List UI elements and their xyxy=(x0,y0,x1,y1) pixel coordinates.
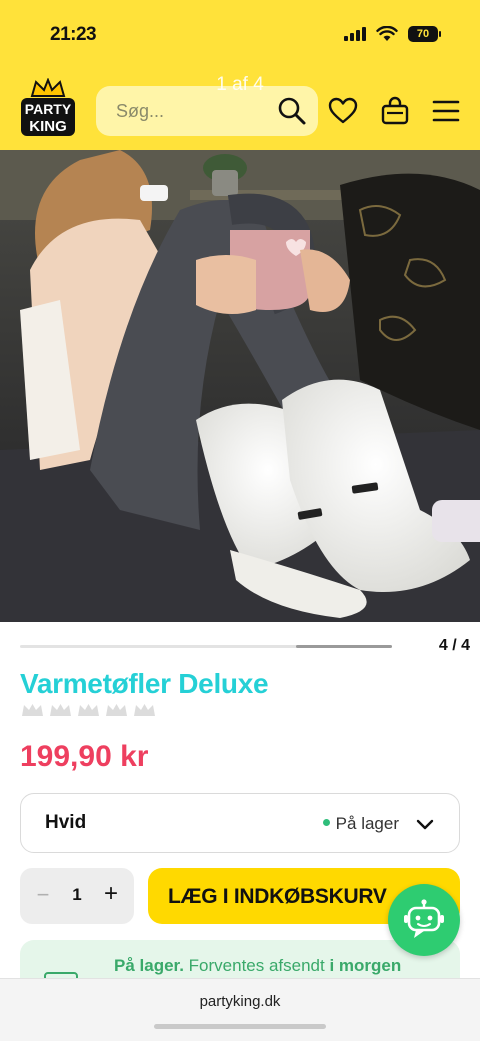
delivery-expected: Forventes afsendt xyxy=(183,956,330,975)
side-badge[interactable] xyxy=(432,500,480,542)
crown-icon xyxy=(50,704,71,716)
bag-icon[interactable] xyxy=(379,95,411,127)
battery-icon: 70 xyxy=(408,26,441,42)
search-icon[interactable] xyxy=(276,95,308,127)
crown-icon xyxy=(22,704,43,716)
delivery-bold-when: i morgen xyxy=(329,956,402,975)
product-image[interactable] xyxy=(0,150,480,622)
quantity-increase-button[interactable]: + xyxy=(100,880,122,908)
delivery-bold-stock: På lager. xyxy=(114,956,184,975)
cellular-signal-icon xyxy=(344,27,366,41)
chevron-down-icon[interactable] xyxy=(415,814,435,834)
stock-dot-icon xyxy=(322,819,330,827)
browser-address-bar[interactable]: partyking.dk xyxy=(0,978,480,1041)
delivery-text: På lager. Forventes afsendt i morgen xyxy=(114,956,401,976)
image-pager: 1 af 4 xyxy=(216,74,264,95)
quantity-value[interactable]: 1 xyxy=(67,885,87,905)
wifi-icon xyxy=(376,26,398,41)
add-to-cart-label: LÆG I INDKØBSKURV xyxy=(168,885,387,908)
logo-text-bottom: KING xyxy=(29,118,67,135)
variant-selected-value: Hvid xyxy=(45,812,87,833)
menu-icon[interactable] xyxy=(430,95,462,127)
home-indicator[interactable] xyxy=(154,1024,326,1029)
status-time: 21:23 xyxy=(50,24,97,45)
chat-bot-button[interactable] xyxy=(388,884,460,956)
crown-icon xyxy=(134,704,155,716)
stock-label: På lager xyxy=(335,814,399,833)
robot-icon xyxy=(404,899,444,938)
crown-icon xyxy=(106,704,127,716)
heart-icon[interactable] xyxy=(327,95,359,127)
header-bar: 21:23 70 PARTY KING Søg... 1 af 4 xyxy=(0,0,480,150)
product-photo xyxy=(0,150,480,622)
status-icons: 70 xyxy=(344,26,441,42)
product-price: 199,90 kr xyxy=(20,740,149,773)
logo-text-top: PARTY xyxy=(25,101,72,117)
quantity-stepper[interactable]: − 1 + xyxy=(20,868,134,924)
search-placeholder: Søg... xyxy=(116,101,165,121)
quantity-decrease-button[interactable]: − xyxy=(32,882,54,908)
product-title: Varmetøfler Deluxe xyxy=(20,668,269,699)
crown-icon xyxy=(78,704,99,716)
stock-status: På lager xyxy=(322,814,399,834)
browser-url[interactable]: partyking.dk xyxy=(0,993,480,1010)
gallery-counter: 4 / 4 xyxy=(438,637,470,654)
gallery-progress-fill xyxy=(296,645,392,648)
variant-select[interactable]: Hvid På lager xyxy=(20,793,460,853)
rating-crowns[interactable] xyxy=(20,702,157,718)
